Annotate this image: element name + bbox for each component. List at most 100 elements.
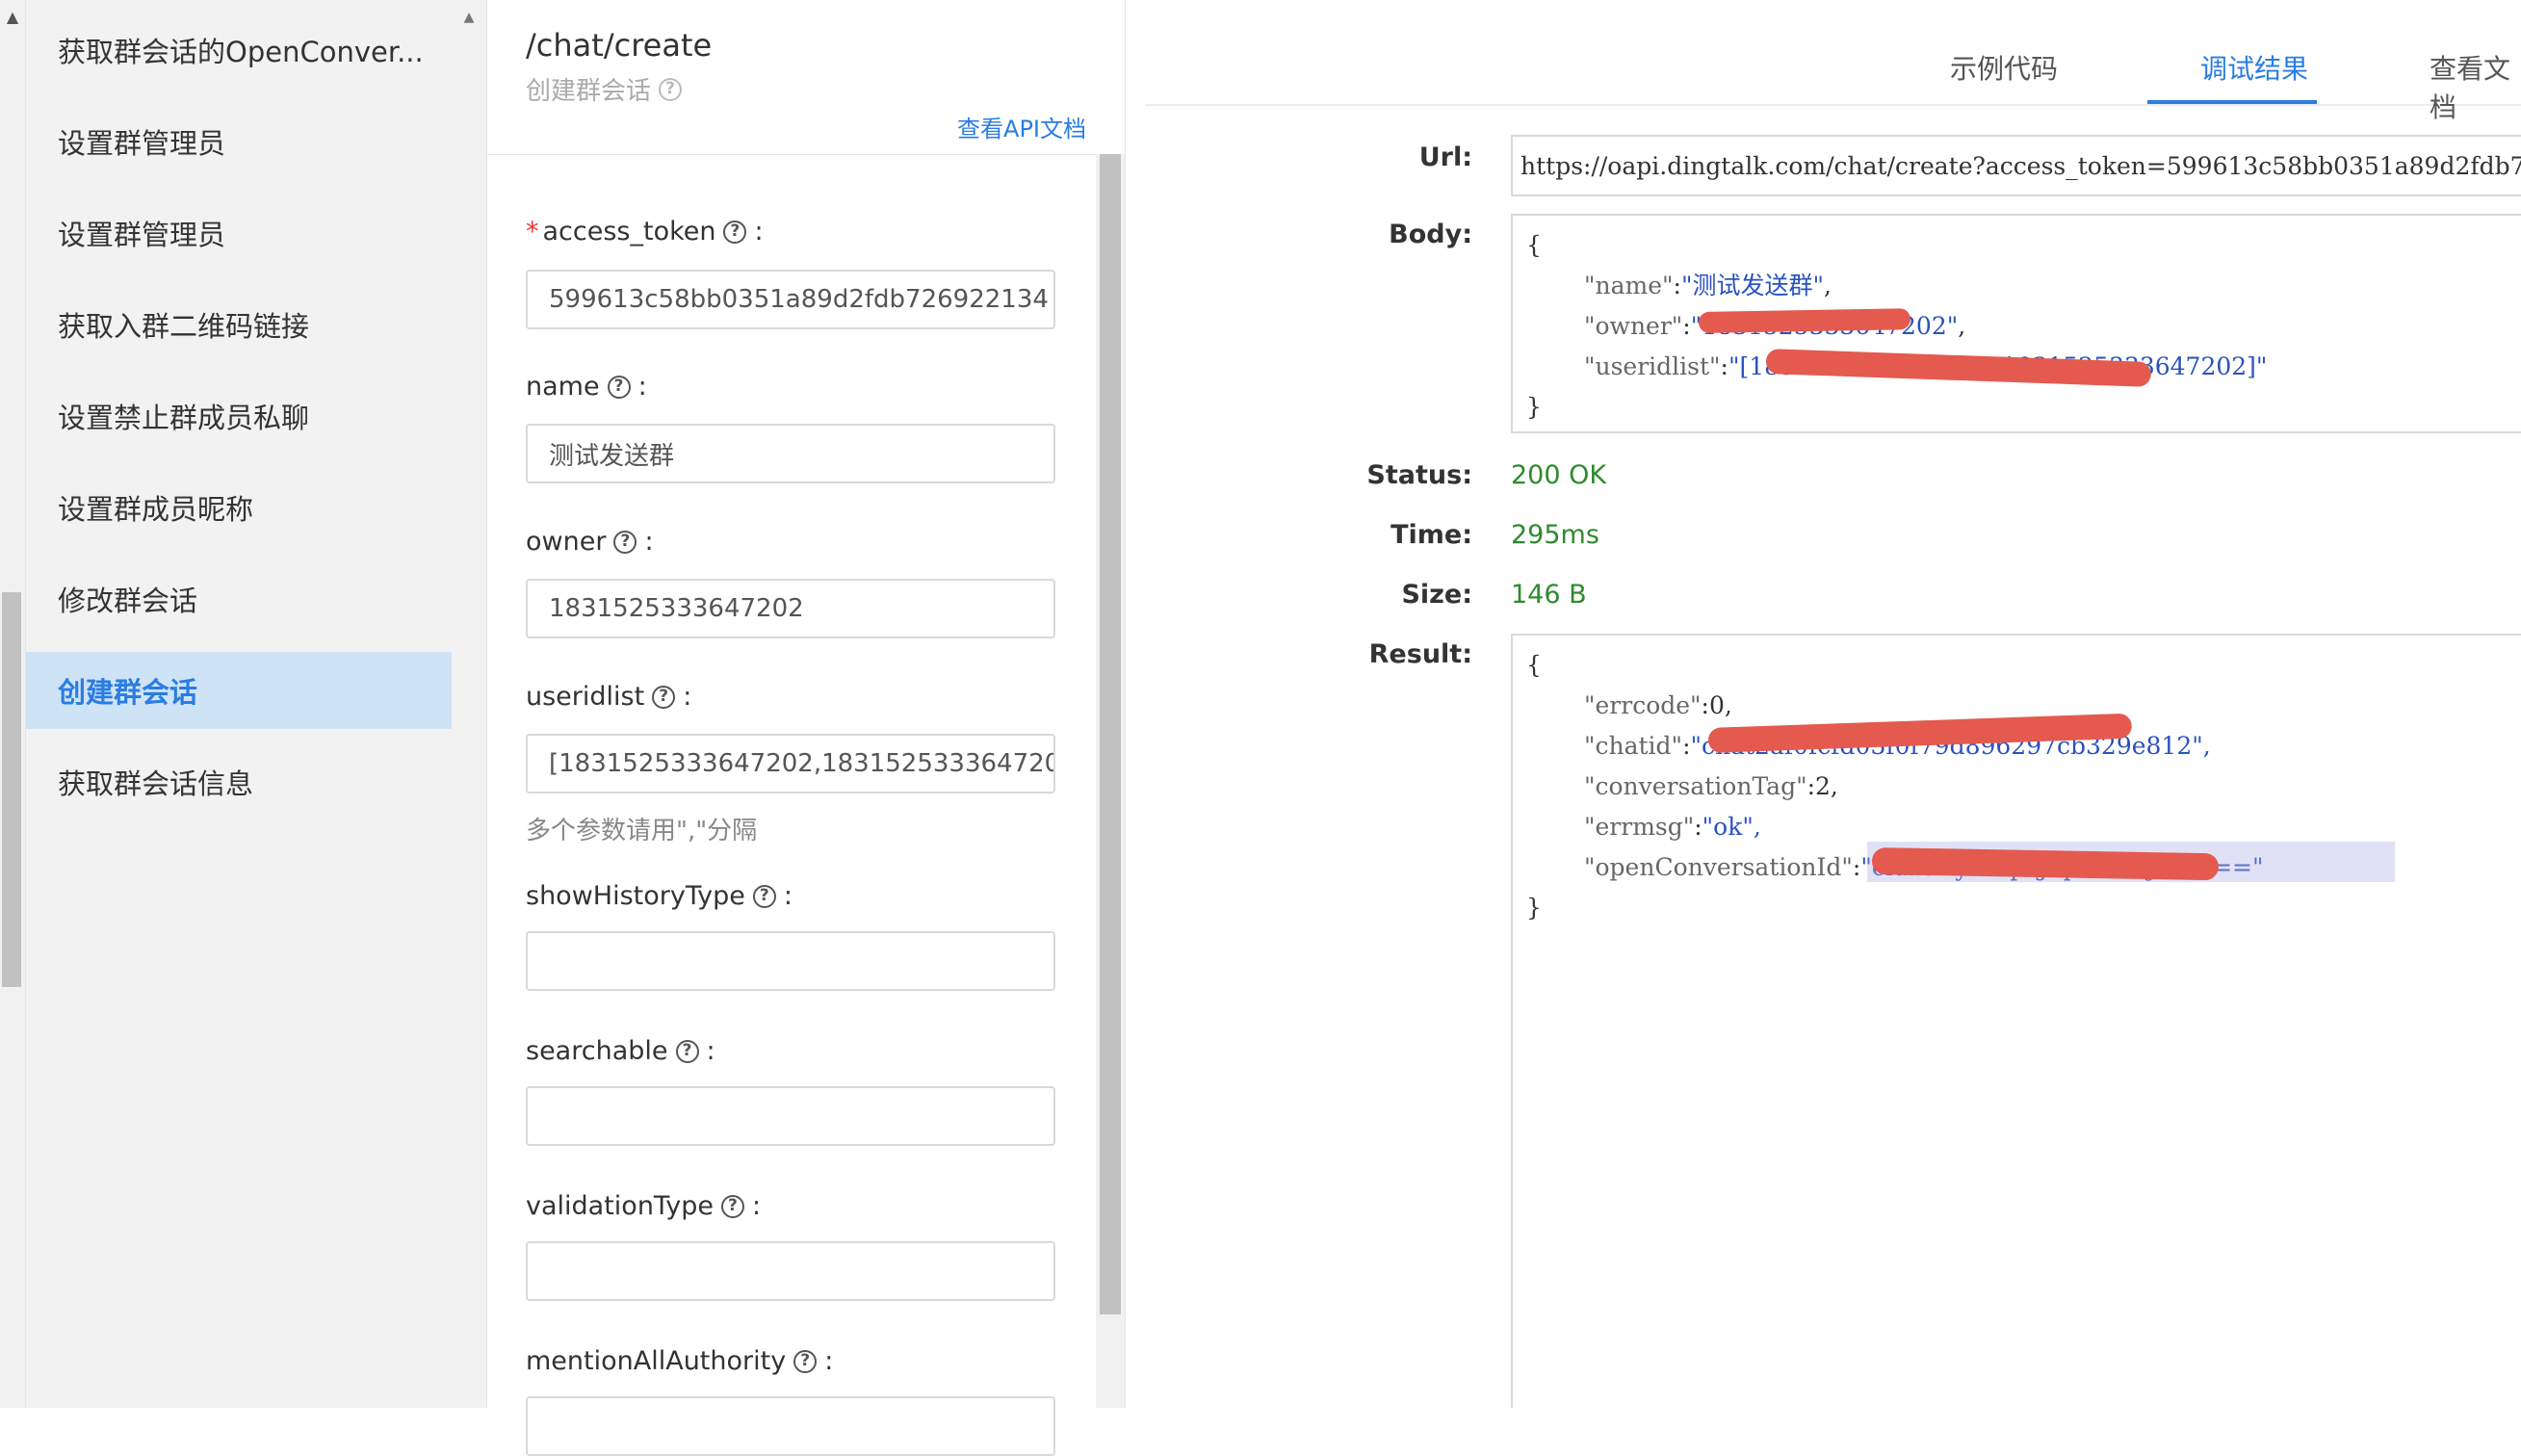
result-tabs: 示例代码 调试结果 查看文档 <box>1145 0 2521 123</box>
status-label: Status: <box>1366 460 1472 490</box>
sidebar-item-get-qrcode-link[interactable]: 获取入群二维码链接 <box>26 286 452 363</box>
time-label: Time: <box>1390 520 1472 550</box>
validation-type-input[interactable] <box>526 1241 1055 1301</box>
page-scrollbar-thumb[interactable] <box>2 592 21 987</box>
sidebar-item-get-chat-info[interactable]: 获取群会话信息 <box>26 743 452 820</box>
sidebar-item-label: 设置群管理员 <box>58 219 226 251</box>
api-header: /chat/create 创建群会话 ? 查看API文档 <box>487 0 1125 155</box>
sidebar-item-label: 设置群成员昵称 <box>58 493 254 526</box>
page-scrollbar[interactable]: ▲ <box>0 0 26 1408</box>
api-name: 创建群会话 ? <box>526 71 683 107</box>
form-scrollbar-thumb[interactable] <box>1100 154 1121 1314</box>
code-line: "owner":"1831525333647202", <box>1584 312 1966 340</box>
field-label-name: name ?: <box>526 372 647 402</box>
show-history-type-input[interactable] <box>526 931 1055 991</box>
label-colon: : <box>706 1036 715 1066</box>
result-label: Result: <box>1368 639 1472 669</box>
sidebar-item-update-chat[interactable]: 修改群会话 <box>26 560 452 637</box>
json-key: "errmsg" <box>1584 813 1695 841</box>
help-icon[interactable]: ? <box>752 884 776 908</box>
field-label-useridlist: useridlist ?: <box>526 682 691 712</box>
sidebar-item-label: 修改群会话 <box>58 585 198 617</box>
code-brace: } <box>1526 894 1542 922</box>
name-input[interactable]: 测试发送群 <box>526 424 1055 483</box>
field-label-text: owner <box>526 527 607 557</box>
scroll-up-arrow-icon[interactable]: ▲ <box>0 4 25 29</box>
help-icon[interactable]: ? <box>675 1039 699 1063</box>
help-icon[interactable]: ? <box>652 685 676 709</box>
code-brace: { <box>1526 231 1542 259</box>
json-key: "errcode" <box>1584 691 1702 719</box>
help-icon[interactable]: ? <box>723 220 747 244</box>
body-label: Body: <box>1389 220 1472 249</box>
field-label-owner: owner ?: <box>526 527 654 557</box>
code-line: "name":"测试发送群", <box>1584 272 1832 299</box>
field-label-access-token: * access_token ?: <box>526 217 764 247</box>
field-label-text: searchable <box>526 1036 668 1066</box>
sidebar-item-ban-private-chat[interactable]: 设置禁止群成员私聊 <box>26 377 452 455</box>
sidebar-item-get-open-conversation-id[interactable]: 获取群会话的OpenConver... <box>26 12 452 89</box>
form-scrollbar[interactable] <box>1096 154 1125 1408</box>
useridlist-hint: 多个参数请用","分隔 <box>526 817 758 845</box>
owner-input[interactable]: 1831525333647202 <box>526 579 1055 638</box>
searchable-input[interactable] <box>526 1086 1055 1146</box>
json-key: "conversationTag" <box>1584 772 1807 800</box>
json-value: 0, <box>1708 691 1732 719</box>
mention-all-authority-input[interactable] <box>526 1396 1055 1456</box>
sidebar-item-set-member-nick[interactable]: 设置群成员昵称 <box>26 469 452 546</box>
help-icon[interactable]: ? <box>720 1194 744 1218</box>
sidebar-item-label: 设置禁止群成员私聊 <box>58 402 310 434</box>
api-doc-link[interactable]: 查看API文档 <box>957 110 1086 143</box>
url-field[interactable]: https://oapi.dingtalk.com/chat/create?ac… <box>1511 135 2521 196</box>
required-marker: * <box>526 217 539 247</box>
json-value: "ok", <box>1702 813 1761 841</box>
json-key: "owner" <box>1584 312 1683 340</box>
result-code-box[interactable]: { "errcode":0, "chatid":"chat2af0fcfd03f… <box>1511 634 2521 1408</box>
sidebar-item-label: 获取入群二维码链接 <box>58 310 310 343</box>
help-icon[interactable]: ? <box>793 1349 818 1373</box>
useridlist-input[interactable]: [1831525333647202,1831525333647202] <box>526 734 1055 793</box>
scroll-up-arrow-icon[interactable]: ▲ <box>452 6 486 29</box>
field-label-text: validationType <box>526 1191 714 1221</box>
code-line: "conversationTag":2, <box>1584 772 1838 800</box>
body-code-box[interactable]: { "name":"测试发送群", "owner":"1831525333647… <box>1511 214 2521 433</box>
field-label-text: showHistoryType <box>526 881 745 911</box>
active-tab-indicator <box>2147 100 2317 104</box>
sidebar-scrollbar[interactable]: ▲ <box>452 0 487 1408</box>
label-colon: : <box>751 1191 762 1221</box>
field-label-text: access_token <box>542 217 716 247</box>
label-colon: : <box>754 217 764 247</box>
json-value: "测试发送群" <box>1680 272 1824 299</box>
api-sidebar: 获取群会话的OpenConver... 设置群管理员 设置群管理员 获取入群二维… <box>26 0 452 1408</box>
field-label-text: mentionAllAuthority <box>526 1346 787 1376</box>
tab-view-docs[interactable]: 查看文档 <box>2430 48 2521 125</box>
url-label: Url: <box>1418 143 1472 172</box>
access-token-input[interactable]: 599613c58bb0351a89d2fdb726922134 <box>526 270 1055 329</box>
tab-debug-result[interactable]: 调试结果 <box>2200 48 2308 87</box>
api-path: /chat/create <box>526 27 713 64</box>
label-colon: : <box>637 372 647 402</box>
request-form-panel: /chat/create 创建群会话 ? 查看API文档 * access_tok… <box>487 0 1126 1456</box>
label-colon: : <box>783 881 793 911</box>
sidebar-item-label: 创建群会话 <box>58 676 198 709</box>
label-colon: : <box>644 527 654 557</box>
sidebar-item-create-chat[interactable]: 创建群会话 <box>26 652 452 729</box>
help-icon[interactable]: ? <box>659 77 683 101</box>
tab-sample-code[interactable]: 示例代码 <box>1950 48 2058 87</box>
help-icon[interactable]: ? <box>613 530 637 554</box>
field-label-mention-all-authority: mentionAllAuthority ?: <box>526 1346 833 1376</box>
json-key: "openConversationId" <box>1584 853 1853 881</box>
size-label: Size: <box>1401 580 1472 610</box>
sidebar-item-set-group-admin-2[interactable]: 设置群管理员 <box>26 195 452 272</box>
json-key: "chatid" <box>1584 732 1683 760</box>
field-label-searchable: searchable ?: <box>526 1036 715 1066</box>
label-colon: : <box>683 682 692 712</box>
sidebar-item-label: 设置群管理员 <box>58 127 226 160</box>
code-brace: } <box>1526 393 1542 421</box>
field-label-text: useridlist <box>526 682 645 712</box>
help-icon[interactable]: ? <box>607 375 631 399</box>
api-name-text: 创建群会话 <box>526 77 652 106</box>
sidebar-item-label: 获取群会话信息 <box>58 767 254 800</box>
sidebar-item-set-group-admin[interactable]: 设置群管理员 <box>26 103 452 180</box>
json-value: 2, <box>1815 772 1838 800</box>
